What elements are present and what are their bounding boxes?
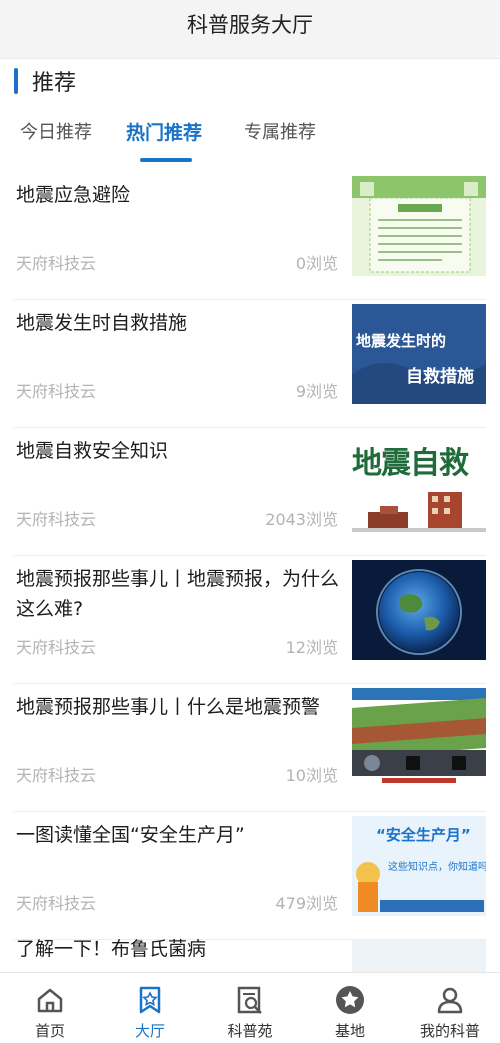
tab-exclusive[interactable]: 专属推荐 <box>244 118 316 144</box>
article-views: 12浏览 <box>285 638 338 657</box>
article-thumbnail[interactable]: 地震发生时的 自救措施 <box>352 304 486 404</box>
tab-today[interactable]: 今日推荐 <box>20 118 92 144</box>
article-title[interactable]: 地震发生时自救措施 <box>16 308 346 338</box>
app-header: 科普服务大厅 <box>0 0 500 59</box>
article-source: 天府科技云 <box>16 382 97 401</box>
article-source: 天府科技云 <box>16 254 97 273</box>
article-title[interactable]: 地震预报那些事儿丨地震预报，为什么这么难? <box>16 564 346 624</box>
nav-label: 基地 <box>334 1022 365 1040</box>
section-accent-bar <box>14 68 18 94</box>
article-source: 天府科技云 <box>16 510 97 529</box>
article-views: 0浏览 <box>295 254 338 273</box>
article-title[interactable]: 一图读懂全国“安全生产月” <box>16 820 346 850</box>
bottom-navigation: 首页 大厅 科普苑 基地 我的科普 <box>0 972 500 1043</box>
thumbnail-caption: “安全生产月” <box>376 826 471 844</box>
list-item[interactable]: 地震预报那些事儿丨什么是地震预警 天府科技云 10浏览 <box>14 684 486 812</box>
article-title[interactable]: 地震自救安全知识 <box>16 436 346 466</box>
list-item-partial-title[interactable]: 了解一下！布鲁氏菌病 <box>16 934 206 961</box>
hall-icon <box>100 983 200 1017</box>
article-title[interactable]: 地震预报那些事儿丨什么是地震预警 <box>16 692 346 722</box>
list-item[interactable]: 地震应急避险 天府科技云 0浏览 <box>14 172 486 300</box>
nav-hall[interactable]: 大厅 <box>100 973 200 1043</box>
article-thumbnail[interactable] <box>352 688 486 788</box>
article-thumbnail[interactable] <box>352 560 486 660</box>
home-icon <box>0 983 100 1017</box>
nav-label: 科普苑 <box>227 1022 273 1040</box>
article-thumbnail[interactable]: “安全生产月” 这些知识点，你知道吗？ <box>352 816 486 916</box>
page-title: 科普服务大厅 <box>187 13 313 37</box>
article-thumbnail[interactable]: 地震自救 <box>352 432 486 532</box>
nav-label: 我的科普 <box>419 1022 480 1040</box>
thumbnail-caption: 地震发生时的 <box>356 332 447 350</box>
recommend-tabs: 今日推荐 热门推荐 专属推荐 <box>0 118 500 168</box>
article-list: 地震应急避险 天府科技云 0浏览 地震发生时自救措施 天府科技云 9浏览 地震发… <box>0 172 500 940</box>
nav-label: 首页 <box>34 1022 65 1040</box>
article-source: 天府科技云 <box>16 766 97 785</box>
nav-science-garden[interactable]: 科普苑 <box>200 973 300 1043</box>
list-item[interactable]: 地震预报那些事儿丨地震预报，为什么这么难? 天府科技云 12浏览 <box>14 556 486 684</box>
user-icon <box>400 983 500 1017</box>
list-item[interactable]: 地震自救安全知识 天府科技云 2043浏览 地震自救 <box>14 428 486 556</box>
article-source: 天府科技云 <box>16 894 97 913</box>
nav-home[interactable]: 首页 <box>0 973 100 1043</box>
nav-base[interactable]: 基地 <box>300 973 400 1043</box>
article-thumbnail[interactable] <box>352 176 486 276</box>
list-item[interactable]: 地震发生时自救措施 天府科技云 9浏览 地震发生时的 自救措施 <box>14 300 486 428</box>
active-tab-indicator <box>140 158 192 162</box>
thumbnail-caption: 自救措施 <box>406 367 474 387</box>
article-title[interactable]: 地震应急避险 <box>16 180 346 210</box>
nav-label: 大厅 <box>134 1022 165 1040</box>
article-views: 9浏览 <box>295 382 338 401</box>
article-thumbnail-partial[interactable] <box>352 940 486 974</box>
section-title: 推荐 <box>32 71 77 96</box>
section-header: 推荐 <box>14 66 76 96</box>
science-garden-icon <box>200 983 300 1017</box>
list-item[interactable]: 一图读懂全国“安全生产月” 天府科技云 479浏览 “安全生产月” 这些知识点，… <box>14 812 486 940</box>
thumbnail-caption: 这些知识点，你知道吗？ <box>388 862 486 873</box>
tab-hot[interactable]: 热门推荐 <box>126 118 202 145</box>
nav-my-science[interactable]: 我的科普 <box>400 973 500 1043</box>
article-source: 天府科技云 <box>16 638 97 657</box>
star-base-icon <box>300 983 400 1017</box>
article-views: 2043浏览 <box>265 510 338 529</box>
article-views: 479浏览 <box>275 894 338 913</box>
article-views: 10浏览 <box>285 766 338 785</box>
